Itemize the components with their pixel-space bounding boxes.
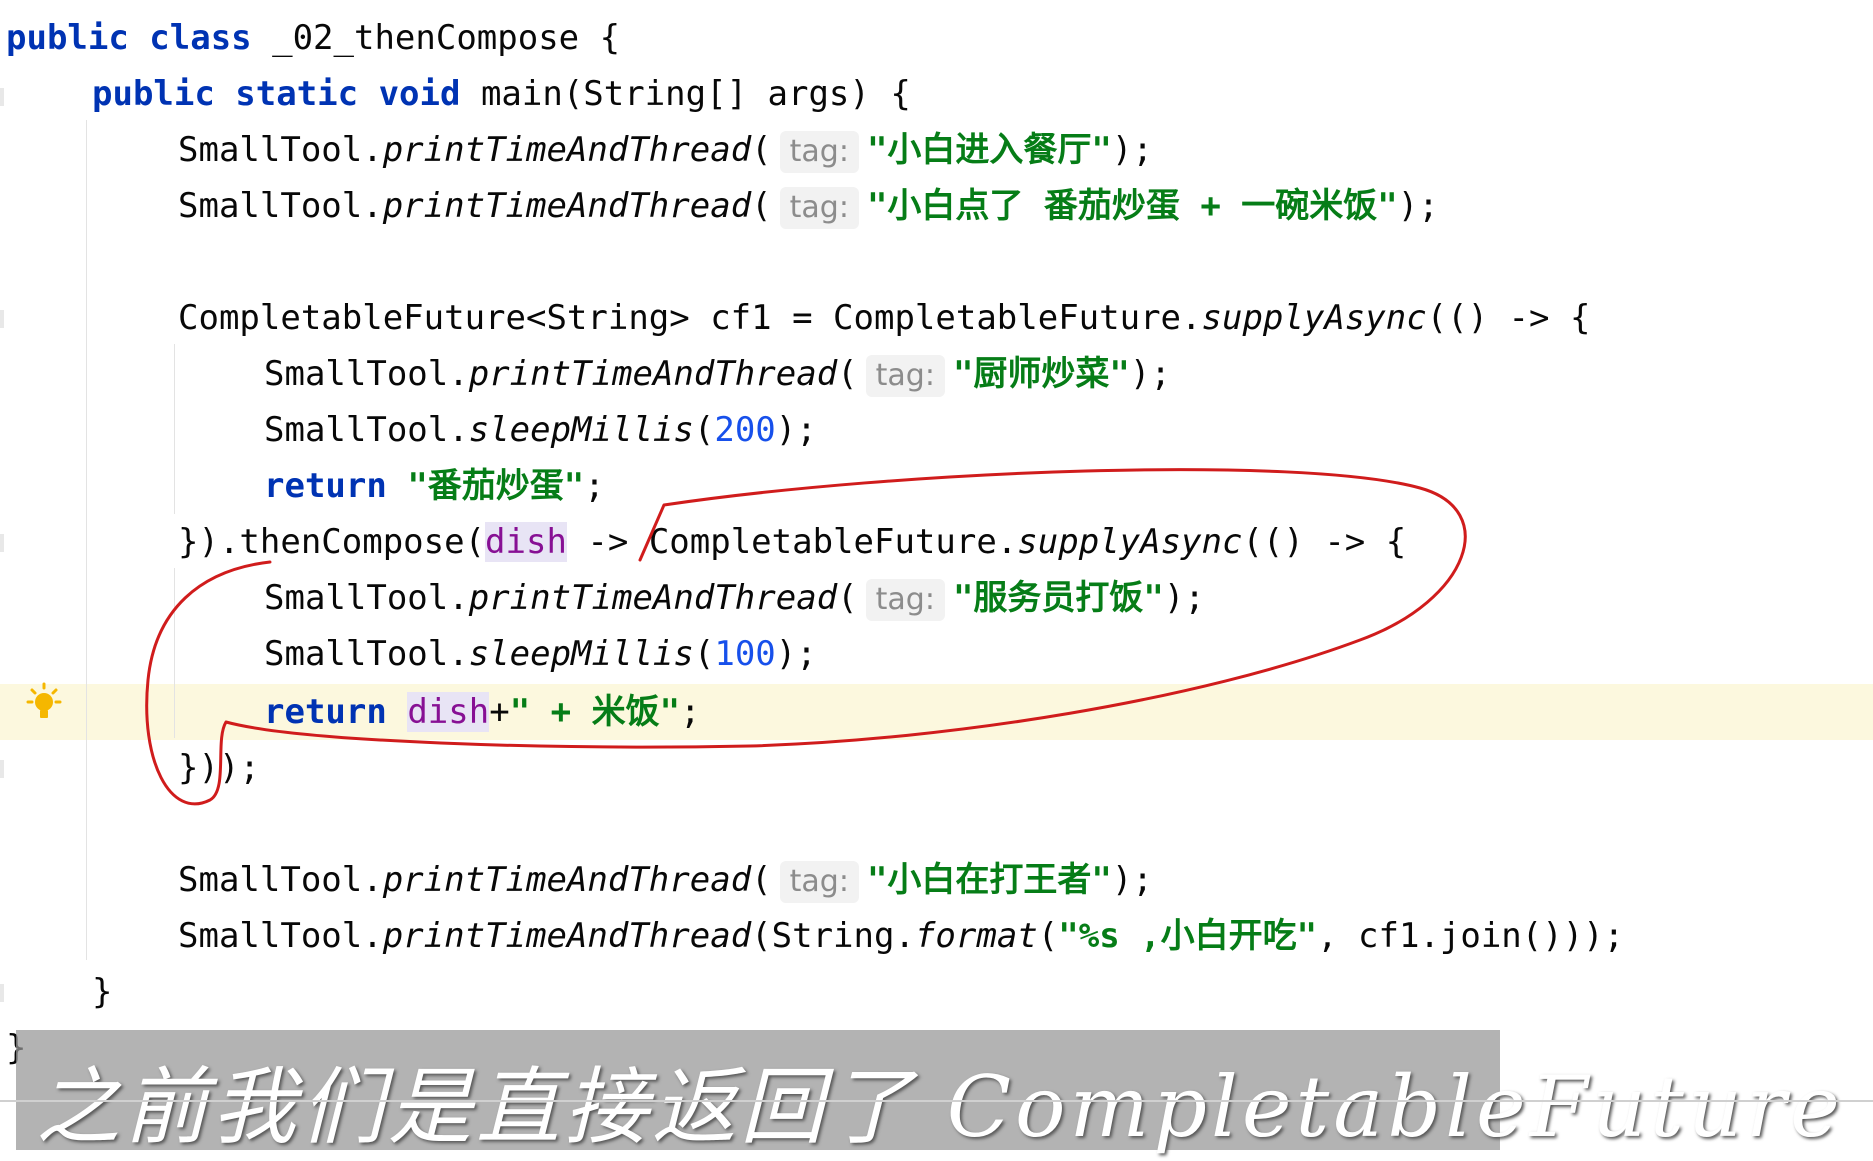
method-call: supplyAsync xyxy=(1017,522,1243,562)
code-line-12[interactable]: return dish+" + 米饭"; xyxy=(264,684,701,740)
code-text: } xyxy=(92,972,113,1012)
code-text: ; xyxy=(680,692,701,732)
class-ref: SmallTool. xyxy=(264,354,469,394)
code-text: CompletableFuture<String> cf1 = Completa… xyxy=(178,298,1202,338)
code-line-1[interactable]: public class _02_thenCompose { xyxy=(6,10,620,66)
paren: ); xyxy=(1397,186,1439,226)
code-line-7[interactable]: SmallTool.sleepMillis(200); xyxy=(264,402,817,458)
paren: ( xyxy=(751,186,772,226)
string-literal: "厨师炒菜" xyxy=(952,354,1130,394)
paren: ( xyxy=(751,860,772,900)
code-text: (String. xyxy=(751,916,915,956)
code-line-3[interactable]: SmallTool.printTimeAndThread(tag: "小白进入餐厅… xyxy=(178,122,1153,178)
code-editor[interactable]: public class _02_thenCompose { public st… xyxy=(0,0,1873,1156)
indent-guide xyxy=(174,344,175,514)
paren: ); xyxy=(1111,130,1153,170)
param-hint: tag: xyxy=(865,579,945,621)
code-text: , cf1.join())); xyxy=(1317,916,1625,956)
code-line-6[interactable]: SmallTool.printTimeAndThread(tag: "厨师炒菜")… xyxy=(264,346,1171,402)
code-text: -> CompletableFuture. xyxy=(566,522,1018,562)
method-call: printTimeAndThread xyxy=(382,916,752,956)
param-hint: tag: xyxy=(779,861,859,903)
param-hint: tag: xyxy=(865,355,945,397)
method-call: printTimeAndThread xyxy=(468,578,838,618)
variable-dish: dish xyxy=(485,522,567,562)
code-text: + xyxy=(489,692,510,732)
divider xyxy=(0,1100,1873,1102)
method-call: printTimeAndThread xyxy=(382,860,752,900)
param-hint: tag: xyxy=(779,131,859,173)
lightbulb-icon[interactable] xyxy=(22,682,66,726)
class-ref: SmallTool. xyxy=(264,634,469,674)
keyword: return xyxy=(264,466,387,506)
paren: ( xyxy=(837,354,858,394)
string-literal: "服务员打饭" xyxy=(952,578,1164,618)
paren: ); xyxy=(775,410,817,450)
code-text: (() -> { xyxy=(1426,298,1591,338)
code-line-14[interactable]: SmallTool.printTimeAndThread(tag: "小白在打王者… xyxy=(178,852,1153,908)
code-line-13[interactable]: })); xyxy=(178,740,260,796)
code-text: ; xyxy=(584,466,605,506)
paren: ( xyxy=(1037,916,1059,956)
code-line-4[interactable]: SmallTool.printTimeAndThread(tag: "小白点了 番… xyxy=(178,178,1439,234)
method-call: sleepMillis xyxy=(468,634,694,674)
number-literal: 100 xyxy=(714,634,776,674)
keyword: public class xyxy=(6,18,252,58)
keyword: return xyxy=(264,692,387,732)
code-line-16[interactable]: } xyxy=(92,964,112,1020)
string-literal: "小白在打王者" xyxy=(866,860,1112,900)
code-line-10[interactable]: SmallTool.printTimeAndThread(tag: "服务员打饭"… xyxy=(264,570,1205,626)
gutter-fold-marker[interactable] xyxy=(0,534,4,552)
paren: ( xyxy=(693,634,715,674)
method-call: printTimeAndThread xyxy=(382,130,752,170)
paren: ( xyxy=(751,130,772,170)
gutter-fold-marker[interactable] xyxy=(0,88,4,106)
class-ref: SmallTool. xyxy=(178,130,383,170)
method-call: printTimeAndThread xyxy=(382,186,752,226)
string-literal: " + 米饭" xyxy=(509,692,681,732)
code-line-8[interactable]: return "番茄炒蛋"; xyxy=(264,458,605,514)
code-text: })); xyxy=(178,748,260,788)
keyword: public static void xyxy=(92,74,461,114)
param-hint: tag: xyxy=(779,187,859,229)
paren: ); xyxy=(1111,860,1153,900)
class-ref: SmallTool. xyxy=(178,860,383,900)
code-text: (() -> { xyxy=(1242,522,1407,562)
code-line-9[interactable]: }).thenCompose(dish -> CompletableFuture… xyxy=(178,514,1406,570)
class-ref: SmallTool. xyxy=(178,186,383,226)
indent-guide xyxy=(174,568,175,738)
string-literal: "%s ,小白开吃" xyxy=(1058,916,1318,956)
paren: ); xyxy=(775,634,817,674)
gutter-fold-marker[interactable] xyxy=(0,984,4,1002)
paren: ); xyxy=(1163,578,1205,618)
paren: ); xyxy=(1129,354,1171,394)
class-ref: SmallTool. xyxy=(178,916,383,956)
code-text: }).thenCompose( xyxy=(178,522,486,562)
class-ref: SmallTool. xyxy=(264,578,469,618)
code-line-15[interactable]: SmallTool.printTimeAndThread(String.form… xyxy=(178,908,1624,964)
string-literal: "番茄炒蛋" xyxy=(407,466,585,506)
code-line-2[interactable]: public static void main(String[] args) { xyxy=(92,66,911,122)
indent-guide xyxy=(86,120,87,960)
code-text: _02_thenCompose { xyxy=(251,18,621,58)
code-text: main(String[] args) { xyxy=(460,74,911,114)
string-literal: "小白进入餐厅" xyxy=(866,130,1112,170)
method-call: format xyxy=(914,916,1038,956)
gutter-fold-marker[interactable] xyxy=(0,310,4,328)
method-call: sleepMillis xyxy=(468,410,694,450)
class-ref: SmallTool. xyxy=(264,410,469,450)
paren: ( xyxy=(837,578,858,618)
method-call: printTimeAndThread xyxy=(468,354,838,394)
string-literal: "小白点了 番茄炒蛋 + 一碗米饭" xyxy=(866,186,1398,226)
number-literal: 200 xyxy=(714,410,776,450)
paren: ( xyxy=(693,410,715,450)
code-line-5[interactable]: CompletableFuture<String> cf1 = Completa… xyxy=(178,290,1590,346)
variable-dish: dish xyxy=(407,692,490,732)
method-call: supplyAsync xyxy=(1201,298,1427,338)
code-line-11[interactable]: SmallTool.sleepMillis(100); xyxy=(264,626,817,682)
gutter-fold-marker[interactable] xyxy=(0,760,4,778)
